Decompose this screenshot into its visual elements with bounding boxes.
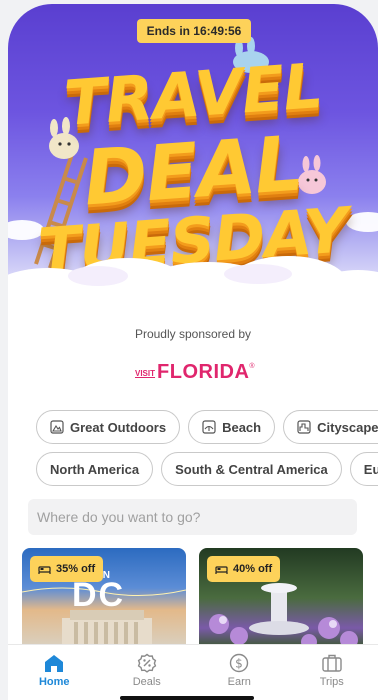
beach-icon — [202, 420, 216, 434]
category-chips-row-2: North America South & Central America Eu… — [36, 452, 378, 486]
nav-home[interactable]: Home — [8, 645, 101, 700]
home-indicator — [120, 696, 254, 700]
logo-registered-mark: ® — [249, 363, 255, 370]
city-icon — [297, 420, 311, 434]
app-screen: Ends in 16:49:56 TRAVEL DEAL TUESDAY Pro… — [8, 4, 378, 700]
home-icon — [45, 655, 64, 672]
suitcase-icon — [322, 654, 342, 672]
deals-tag-icon — [137, 653, 156, 673]
countdown-timer: Ends in 16:49:56 — [137, 19, 251, 43]
logo-florida-text: FLORIDA — [157, 361, 250, 383]
nav-home-label: Home — [38, 676, 70, 688]
discount-badge: 40% off — [207, 556, 281, 582]
chip-label: Cityscapes — [317, 419, 378, 435]
discount-badge: 35% off — [30, 556, 104, 582]
deal-card-washington-dc[interactable]: NGTON DC 35% off — [22, 548, 186, 648]
nav-deals[interactable]: Deals — [101, 645, 194, 700]
dollar-coin-icon: $ — [230, 653, 249, 673]
sponsor-label: Proudly sponsored by — [134, 327, 252, 341]
chip-north-america[interactable]: North America — [36, 452, 154, 486]
deal-card-garden-fountain[interactable]: 40% off — [199, 548, 363, 648]
cloud-illustration — [8, 256, 378, 314]
chip-label: Europ — [363, 461, 378, 477]
chip-label: North America — [50, 461, 140, 477]
nav-trips[interactable]: Trips — [286, 645, 378, 700]
nav-earn[interactable]: $ Earn — [193, 645, 286, 700]
visit-florida-logo[interactable]: VISIT FLORIDA ® — [135, 356, 255, 384]
chip-south-central-america[interactable]: South & Central America — [161, 452, 342, 486]
nav-earn-label: Earn — [227, 676, 251, 688]
bed-icon — [215, 565, 228, 574]
chip-beach[interactable]: Beach — [188, 410, 276, 444]
chip-label: Great Outdoors — [70, 419, 167, 435]
nav-deals-label: Deals — [132, 676, 161, 688]
nav-trips-label: Trips — [319, 676, 344, 688]
chip-cityscapes[interactable]: Cityscapes — [283, 410, 378, 444]
chip-label: South & Central America — [175, 461, 328, 477]
chip-europe[interactable]: Europ — [349, 452, 378, 486]
destination-search-input[interactable]: Where do you want to go? — [28, 499, 357, 535]
mountain-icon — [50, 420, 64, 434]
logo-visit-text: VISIT — [135, 369, 156, 378]
chip-great-outdoors[interactable]: Great Outdoors — [36, 410, 181, 444]
category-chips-row-1: Great Outdoors Beach Cityscapes — [36, 410, 378, 444]
bottom-navigation: Home Deals $ Earn Trips — [8, 644, 378, 700]
discount-label: 35% off — [56, 563, 96, 575]
bed-icon — [38, 565, 51, 574]
discount-label: 40% off — [233, 563, 273, 575]
hero-banner[interactable]: Ends in 16:49:56 TRAVEL DEAL TUESDAY — [8, 4, 378, 314]
chip-label: Beach — [222, 419, 262, 435]
svg-text:$: $ — [235, 657, 243, 671]
